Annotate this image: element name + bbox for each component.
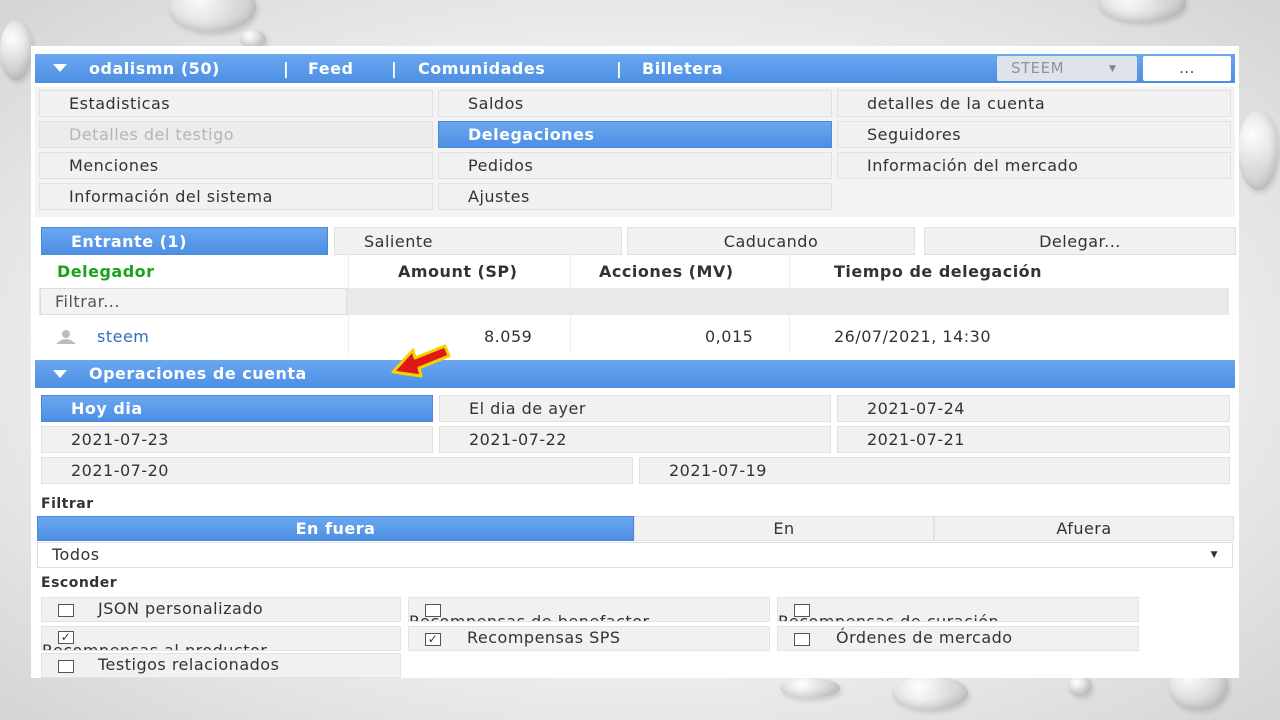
collapse-triangle-icon xyxy=(53,370,67,378)
user-icon xyxy=(56,330,76,344)
checkbox-checked-icon[interactable]: ✓ xyxy=(425,633,441,646)
chevron-down-icon: ▼ xyxy=(1109,64,1117,74)
hide-recompensas-productor[interactable]: ✓ Recompensas al productor xyxy=(41,626,401,651)
nav-separator: | xyxy=(616,59,623,78)
more-button[interactable]: ... xyxy=(1143,56,1231,81)
annotation-arrow-icon xyxy=(391,344,451,378)
wallet-panel: odalismn (50) | Feed | Comunidades | Bil… xyxy=(31,46,1239,678)
menu-item-estadisticas[interactable]: Estadisticas xyxy=(39,90,433,117)
checkbox-label: Órdenes de mercado xyxy=(836,628,1013,647)
hide-testigos-relacionados[interactable]: Testigos relacionados xyxy=(41,653,401,678)
operation-type-select[interactable]: Todos ▼ xyxy=(37,542,1233,568)
tab-entrante[interactable]: Entrante (1) xyxy=(41,227,328,255)
delegator-link[interactable]: steem xyxy=(97,327,149,346)
hide-recompensas-sps[interactable]: ✓ Recompensas SPS xyxy=(408,626,770,651)
currency-select[interactable]: STEEM ▼ xyxy=(997,56,1137,81)
column-header-tiempo[interactable]: Tiempo de delegación xyxy=(834,262,1042,281)
tab-saliente[interactable]: Saliente xyxy=(334,227,622,255)
hide-json-personalizado[interactable]: JSON personalizado xyxy=(41,597,401,622)
water-drop xyxy=(1238,110,1278,190)
hide-label: Esconder xyxy=(41,575,118,591)
menu-item-seguidores[interactable]: Seguidores xyxy=(837,121,1231,148)
checkbox-label: JSON personalizado xyxy=(98,599,264,618)
checkbox-label: Recompensas de curación xyxy=(778,612,1000,622)
delegation-amount: 8.059 xyxy=(484,327,533,346)
nav-comunidades-link[interactable]: Comunidades xyxy=(418,59,545,78)
date-tab-2021-07-20[interactable]: 2021-07-20 xyxy=(41,457,633,484)
menu-item-menciones[interactable]: Menciones xyxy=(39,152,433,179)
delegation-time: 26/07/2021, 14:30 xyxy=(834,327,991,346)
checkbox-label: Recompensas al productor xyxy=(42,641,268,651)
menu-item-detalles-cuenta[interactable]: detalles de la cuenta xyxy=(837,90,1231,117)
date-tab-ayer[interactable]: El dia de ayer xyxy=(439,395,831,422)
menu-item-informacion-sistema[interactable]: Información del sistema xyxy=(39,183,433,210)
menu-item-ajustes[interactable]: Ajustes xyxy=(438,183,832,210)
date-tab-hoy[interactable]: Hoy dia xyxy=(41,395,433,422)
delegar-button[interactable]: Delegar... xyxy=(924,227,1236,255)
checkbox-icon[interactable] xyxy=(58,604,74,617)
water-drop xyxy=(1068,676,1092,696)
nav-separator: | xyxy=(391,59,398,78)
checkbox-icon[interactable] xyxy=(794,633,810,646)
menu-item-detalles-testigo: Detalles del testigo xyxy=(39,121,433,148)
date-tab-2021-07-22[interactable]: 2021-07-22 xyxy=(439,426,831,453)
delegator-filter-input[interactable]: Filtrar... xyxy=(40,288,347,315)
menu-item-pedidos[interactable]: Pedidos xyxy=(438,152,832,179)
menu-item-saldos[interactable]: Saldos xyxy=(438,90,832,117)
section-title: Operaciones de cuenta xyxy=(89,364,307,383)
water-drop xyxy=(780,678,840,698)
water-drop xyxy=(168,0,256,32)
date-tab-2021-07-23[interactable]: 2021-07-23 xyxy=(41,426,433,453)
checkbox-icon[interactable] xyxy=(58,660,74,673)
water-drop xyxy=(0,20,32,80)
hide-recompensas-benefactor[interactable]: Recompensas de benefactor xyxy=(408,597,770,622)
delegation-actions: 0,015 xyxy=(705,327,754,346)
checkbox-label: Recompensas SPS xyxy=(467,628,621,647)
date-tab-2021-07-19[interactable]: 2021-07-19 xyxy=(639,457,1230,484)
column-header-delegador[interactable]: Delegador xyxy=(57,262,155,281)
tab-caducando[interactable]: Caducando xyxy=(627,227,915,255)
direction-en[interactable]: En xyxy=(634,516,934,541)
checkbox-label: Testigos relacionados xyxy=(98,655,280,674)
direction-afuera[interactable]: Afuera xyxy=(934,516,1234,541)
user-account-link[interactable]: odalismn (50) xyxy=(89,59,220,78)
filter-label: Filtrar xyxy=(41,496,94,512)
account-operations-header[interactable]: Operaciones de cuenta xyxy=(35,360,1235,388)
direction-en-fuera[interactable]: En fuera xyxy=(37,516,634,541)
date-tab-2021-07-24[interactable]: 2021-07-24 xyxy=(837,395,1230,422)
hide-recompensas-curacion[interactable]: Recompensas de curación xyxy=(777,597,1139,622)
date-tab-2021-07-21[interactable]: 2021-07-21 xyxy=(837,426,1230,453)
water-drop xyxy=(892,676,968,710)
operation-type-value: Todos xyxy=(52,545,100,564)
menu-item-informacion-mercado[interactable]: Información del mercado xyxy=(837,152,1231,179)
nav-feed-link[interactable]: Feed xyxy=(308,59,353,78)
nav-billetera-link[interactable]: Billetera xyxy=(642,59,723,78)
column-header-amount[interactable]: Amount (SP) xyxy=(398,262,517,281)
currency-select-value: STEEM xyxy=(1011,59,1065,77)
chevron-down-icon: ▼ xyxy=(1210,550,1218,560)
menu-item-delegaciones[interactable]: Delegaciones xyxy=(438,121,832,148)
water-drop xyxy=(1098,0,1186,22)
hide-ordenes-mercado[interactable]: Órdenes de mercado xyxy=(777,626,1139,651)
checkbox-label: Recompensas de benefactor xyxy=(409,612,650,622)
top-nav-bar: odalismn (50) | Feed | Comunidades | Bil… xyxy=(35,54,1235,83)
collapse-triangle-icon[interactable] xyxy=(53,64,67,72)
column-header-acciones[interactable]: Acciones (MV) xyxy=(599,262,734,281)
nav-separator: | xyxy=(283,59,290,78)
